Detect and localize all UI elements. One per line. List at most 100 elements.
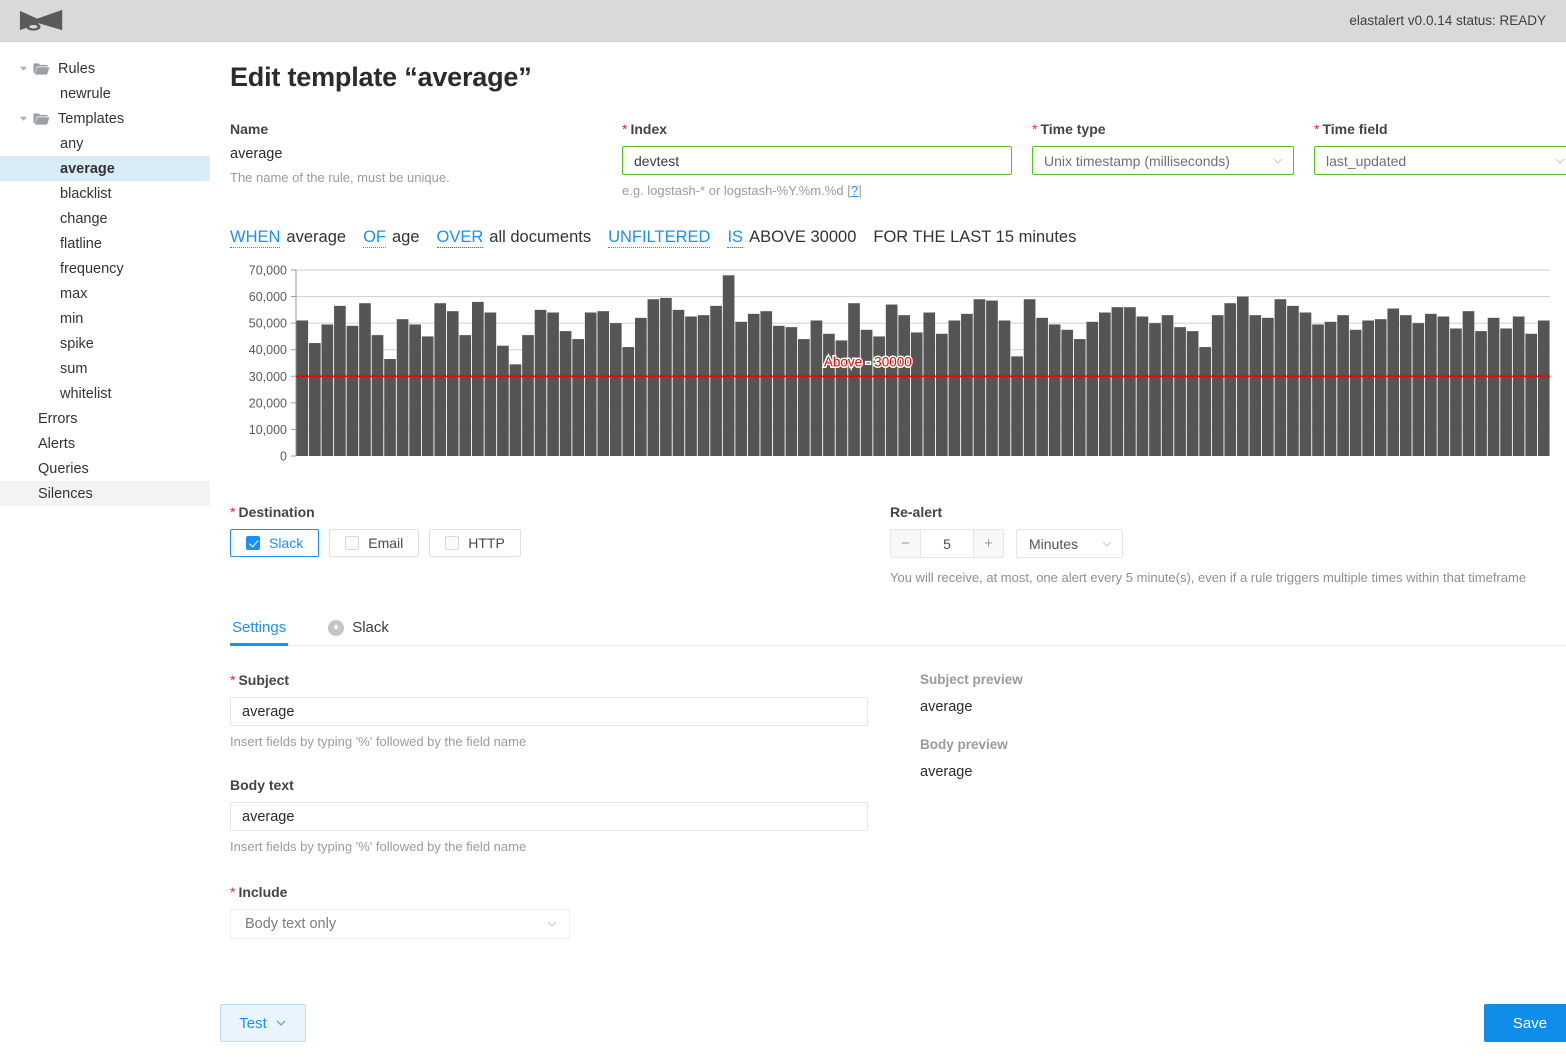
svg-text:40,000: 40,000 [249,343,287,357]
sidebar-item-alerts[interactable]: Alerts [0,431,210,456]
sidebar-item-label: Templates [58,110,125,127]
include-label: * Include [230,884,288,900]
tab-label: Slack [352,619,389,636]
field-include: * Include Body text only [230,884,910,939]
realert-value[interactable]: 5 [920,529,974,558]
query-segment-unfiltered: UNFILTERED [608,228,711,248]
realert-unit-value: Minutes [1029,535,1079,552]
field-body-text: Body text Insert fields by typing '%' fo… [230,777,910,854]
body-preview-label: Body preview [920,737,1008,752]
sidebar-item-min[interactable]: min [0,306,210,331]
sidebar-item-templates[interactable]: Templates [0,106,210,131]
chevron-down-icon [546,918,558,930]
sidebar-item-label: frequency [60,260,124,277]
tab-settings[interactable]: Settings [230,619,289,646]
include-value: Body text only [245,916,337,932]
slack-icon [328,619,345,636]
time-type-select[interactable]: Unix timestamp (milliseconds) [1032,146,1294,175]
destination-option-email[interactable]: Email [329,529,420,557]
sidebar-item-sum[interactable]: sum [0,356,210,381]
realert-label: Re-alert [890,504,943,520]
sidebar-item-label: Queries [38,460,89,477]
sidebar-item-label: whitelist [60,385,112,402]
field-name: Name average The name of the rule, must … [230,121,622,185]
svg-text:0: 0 [280,450,287,464]
subject-input[interactable] [230,697,868,726]
index-help-link[interactable]: ? [851,183,858,198]
destination-option-http[interactable]: HTTP [429,529,521,557]
realert-stepper: − 5 + Minutes [890,529,1566,558]
destination-option-label: HTTP [468,535,505,551]
svg-text:30,000: 30,000 [249,370,287,384]
sidebar-item-label: max [60,285,88,302]
name-help: The name of the rule, must be unique. [230,170,450,185]
sidebar-item-rules[interactable]: Rules [0,56,210,81]
sidebar-item-frequency[interactable]: frequency [0,256,210,281]
save-button[interactable]: Save [1484,1004,1566,1042]
preview-chart: 70,000 60,000 50,000 40,000 30,000 20,000 10,0… [230,262,1566,468]
realert-increment-button[interactable]: + [974,529,1004,558]
destination-realert-row: * Destination Slack Email HTTP Re-alert − 5… [230,504,1566,585]
settings-panel: *Subject Insert fields by typing '%' fol… [230,672,1566,939]
sidebar-item-label: newrule [60,85,111,102]
query-key-unfiltered[interactable]: UNFILTERED [608,228,711,248]
sidebar: Rules newrule Templates any average blacklist… [0,42,210,1060]
status-text: elastalert v0.0.14 status: READY [1349,13,1546,28]
destination-label: * Destination [230,504,315,520]
query-key-of[interactable]: OF [363,228,386,248]
query-timeframe: FOR THE LAST 15 minutes [873,228,1077,246]
time-field-select[interactable]: last_updated [1314,146,1566,175]
sidebar-item-errors[interactable]: Errors [0,406,210,431]
destination-option-slack[interactable]: Slack [230,529,320,557]
sidebar-item-silences[interactable]: Silences [0,481,210,506]
sidebar-item-any[interactable]: any [0,131,210,156]
subject-preview-value: average [920,699,973,715]
query-value-of[interactable]: age [392,228,420,247]
page-title: Edit template “average” [230,62,532,92]
query-key-over[interactable]: OVER [436,228,484,248]
sidebar-item-queries[interactable]: Queries [0,456,210,481]
sidebar-item-flatline[interactable]: flatline [0,231,210,256]
realert-unit-select[interactable]: Minutes [1016,529,1123,558]
chevron-down-icon [1272,155,1284,167]
required-star: * [1314,121,1320,137]
test-button[interactable]: Test [220,1004,306,1042]
folder-icon [33,112,51,126]
svg-text:50,000: 50,000 [249,317,287,331]
settings-preview-column: Subject preview average Body preview ave… [910,672,1566,939]
query-value-is[interactable]: ABOVE 30000 [749,228,856,247]
index-input[interactable] [622,146,1012,175]
settings-tabs: Settings Slack [230,619,1566,646]
chevron-down-icon [1554,155,1566,167]
field-time-field: * Time field last_updated [1314,121,1566,175]
body-text-input[interactable] [230,802,868,831]
sidebar-item-blacklist[interactable]: blacklist [0,181,210,206]
required-star: * [1032,121,1038,137]
svg-text:10,000: 10,000 [249,423,287,437]
checkbox-icon[interactable] [345,536,360,550]
query-key-when[interactable]: WHEN [230,228,281,248]
query-value-when[interactable]: average [286,228,346,247]
include-select[interactable]: Body text only [230,909,570,939]
time-type-value: Unix timestamp (milliseconds) [1044,152,1230,169]
query-segment-when: WHEN average [230,228,346,248]
sidebar-item-average[interactable]: average [0,156,210,181]
realert-decrement-button[interactable]: − [890,529,920,558]
subject-help: Insert fields by typing '%' followed by … [230,734,527,749]
sidebar-item-label: sum [60,360,88,377]
sidebar-item-whitelist[interactable]: whitelist [0,381,210,406]
query-value-over[interactable]: all documents [489,228,591,247]
checkbox-icon[interactable] [246,536,260,550]
sidebar-item-change[interactable]: change [0,206,210,231]
caret-down-icon[interactable] [16,62,30,76]
sidebar-item-label: blacklist [60,185,112,202]
tab-slack[interactable]: Slack [326,619,391,645]
sidebar-item-newrule[interactable]: newrule [0,81,210,106]
query-key-is[interactable]: IS [727,228,744,248]
caret-down-icon[interactable] [16,112,30,126]
sidebar-item-max[interactable]: max [0,281,210,306]
checkbox-icon[interactable] [445,536,460,550]
destination-option-label: Slack [269,535,304,551]
sidebar-item-spike[interactable]: spike [0,331,210,356]
time-field-value: last_updated [1326,152,1407,169]
